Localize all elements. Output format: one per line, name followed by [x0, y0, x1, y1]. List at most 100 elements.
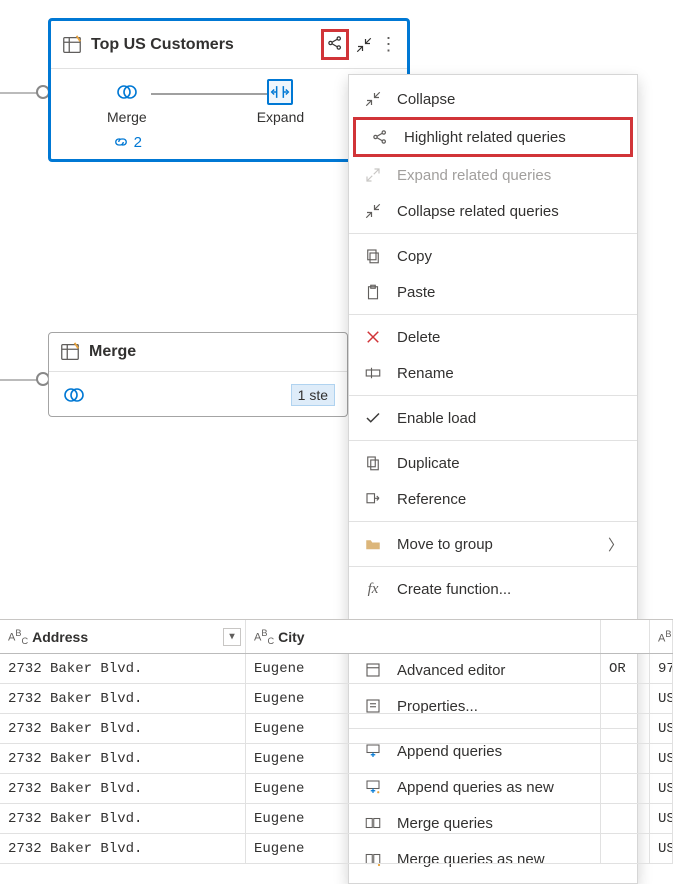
cell-city: Eugene: [246, 714, 378, 743]
menu-item-reference[interactable]: Reference: [349, 481, 637, 517]
column-header-partial[interactable]: [600, 620, 650, 653]
menu-item-move-group[interactable]: Move to group 〉: [349, 526, 637, 562]
node-title: Merge: [89, 343, 337, 361]
collapse-icon: [363, 201, 383, 221]
column-label: Address: [32, 629, 88, 645]
cell-country: 97403: [650, 654, 673, 683]
menu-item-paste[interactable]: Paste: [349, 274, 637, 310]
step-count-badge[interactable]: 1 ste: [291, 384, 335, 406]
link-count: 2: [134, 134, 142, 151]
type-indicator-icon: ABC: [254, 628, 274, 646]
cell-state: [600, 804, 650, 833]
highlight-related-button-callout: [321, 29, 349, 60]
linked-queries-badge[interactable]: 2: [112, 133, 142, 151]
menu-item-copy[interactable]: Copy: [349, 238, 637, 274]
menu-separator: [349, 521, 637, 522]
menu-item-collapse-related[interactable]: Collapse related queries: [349, 193, 637, 229]
menu-item-rename[interactable]: Rename: [349, 355, 637, 391]
menu-item-label: Paste: [397, 284, 623, 301]
cell-city: Eugene: [246, 774, 378, 803]
table-icon: [61, 34, 83, 56]
column-header-address[interactable]: ABC Address ▾: [0, 620, 246, 653]
cell-address: 2732 Baker Blvd.: [0, 804, 246, 833]
menu-item-highlight-related[interactable]: Highlight related queries: [353, 117, 633, 157]
diagram-canvas[interactable]: Top US Customers ⋮ Merge: [0, 0, 673, 859]
cell-city: Eugene: [246, 744, 378, 773]
menu-item-label: Collapse related queries: [397, 203, 623, 220]
node-header: Top US Customers ⋮: [51, 21, 407, 69]
table-header-row: ABC Address ▾ ABC City AB: [0, 620, 673, 654]
cell-country: US: [650, 774, 673, 803]
menu-separator: [349, 395, 637, 396]
table-row[interactable]: 2732 Baker Blvd.Eugene US: [0, 804, 673, 834]
menu-item-collapse[interactable]: Collapse: [349, 81, 637, 117]
cell-state: [600, 714, 650, 743]
duplicate-icon: [363, 453, 383, 473]
table-row[interactable]: 2732 Baker Blvd.Eugene US: [0, 684, 673, 714]
menu-item-create-fn[interactable]: fxCreate function...: [349, 571, 637, 607]
collapse-icon[interactable]: [355, 36, 373, 54]
step-label: Expand: [257, 109, 304, 125]
rename-icon: [363, 363, 383, 383]
type-indicator-icon: ABC: [8, 628, 28, 646]
node-header: Merge: [49, 333, 347, 372]
cell-country: US: [650, 684, 673, 713]
cell-address: 2732 Baker Blvd.: [0, 654, 246, 683]
table-row[interactable]: 2732 Baker Blvd.Eugene OR97403: [0, 654, 673, 684]
merge-step-icon[interactable]: [61, 382, 87, 408]
menu-item-label: Delete: [397, 329, 623, 346]
merge-step-icon: [114, 79, 140, 105]
table-row[interactable]: 2732 Baker Blvd.Eugene US: [0, 744, 673, 774]
query-node-merge[interactable]: Merge 1 ste: [48, 332, 348, 417]
type-indicator-icon: AB: [658, 629, 671, 645]
cell-country: US: [650, 714, 673, 743]
cell-city: Eugene: [246, 684, 378, 713]
menu-item-label: Expand related queries: [397, 167, 623, 184]
cell-address: 2732 Baker Blvd.: [0, 684, 246, 713]
check-icon: [363, 408, 383, 428]
cell-state: [600, 744, 650, 773]
cell-gap: [378, 684, 600, 713]
table-icon: [59, 341, 81, 363]
menu-item-label: Move to group: [397, 536, 594, 553]
cell-country: US: [650, 744, 673, 773]
table-row[interactable]: 2732 Baker Blvd.EugeneUS: [0, 774, 673, 804]
reference-icon: [363, 489, 383, 509]
cell-address: 2732 Baker Blvd.: [0, 744, 246, 773]
cell-city: Eugene: [246, 654, 378, 683]
expand-step-icon: [267, 79, 293, 105]
chevron-right-icon: 〉: [608, 534, 623, 555]
cell-state: OR: [600, 654, 650, 683]
menu-item-expand-related: Expand related queries: [349, 157, 637, 193]
menu-separator: [349, 566, 637, 567]
folder-icon: [363, 534, 383, 554]
data-preview-grid[interactable]: ABC Address ▾ ABC City AB 2732 Baker Blv…: [0, 619, 673, 859]
expand-icon: [363, 165, 383, 185]
table-row[interactable]: 2732 Baker Blvd.Eugene US: [0, 714, 673, 744]
cell-country: US: [650, 804, 673, 833]
cell-city: Eugene: [246, 804, 378, 833]
menu-item-label: Highlight related queries: [404, 129, 616, 146]
column-header-partial[interactable]: AB: [650, 620, 673, 653]
share-icon: [370, 127, 390, 147]
table-row[interactable]: 2732 Baker Blvd.EugeneUS: [0, 834, 673, 864]
share-icon[interactable]: [326, 34, 344, 52]
column-header-city[interactable]: ABC City: [246, 620, 378, 653]
step-merge[interactable]: Merge 2: [107, 79, 147, 151]
menu-item-delete[interactable]: Delete: [349, 319, 637, 355]
more-icon[interactable]: ⋮: [379, 36, 397, 54]
cell-state: [600, 774, 650, 803]
cell-address: 2732 Baker Blvd.: [0, 714, 246, 743]
menu-item-label: Collapse: [397, 91, 623, 108]
cell-gap: [378, 654, 600, 683]
step-expand[interactable]: Expand: [257, 79, 304, 151]
copy-icon: [363, 246, 383, 266]
column-dropdown-icon[interactable]: ▾: [223, 628, 241, 646]
column-label: City: [278, 629, 304, 645]
fx-icon: fx: [363, 579, 383, 599]
paste-icon: [363, 282, 383, 302]
menu-item-enable-load[interactable]: Enable load: [349, 400, 637, 436]
menu-item-label: Rename: [397, 365, 623, 382]
menu-item-duplicate[interactable]: Duplicate: [349, 445, 637, 481]
collapse-icon: [363, 89, 383, 109]
